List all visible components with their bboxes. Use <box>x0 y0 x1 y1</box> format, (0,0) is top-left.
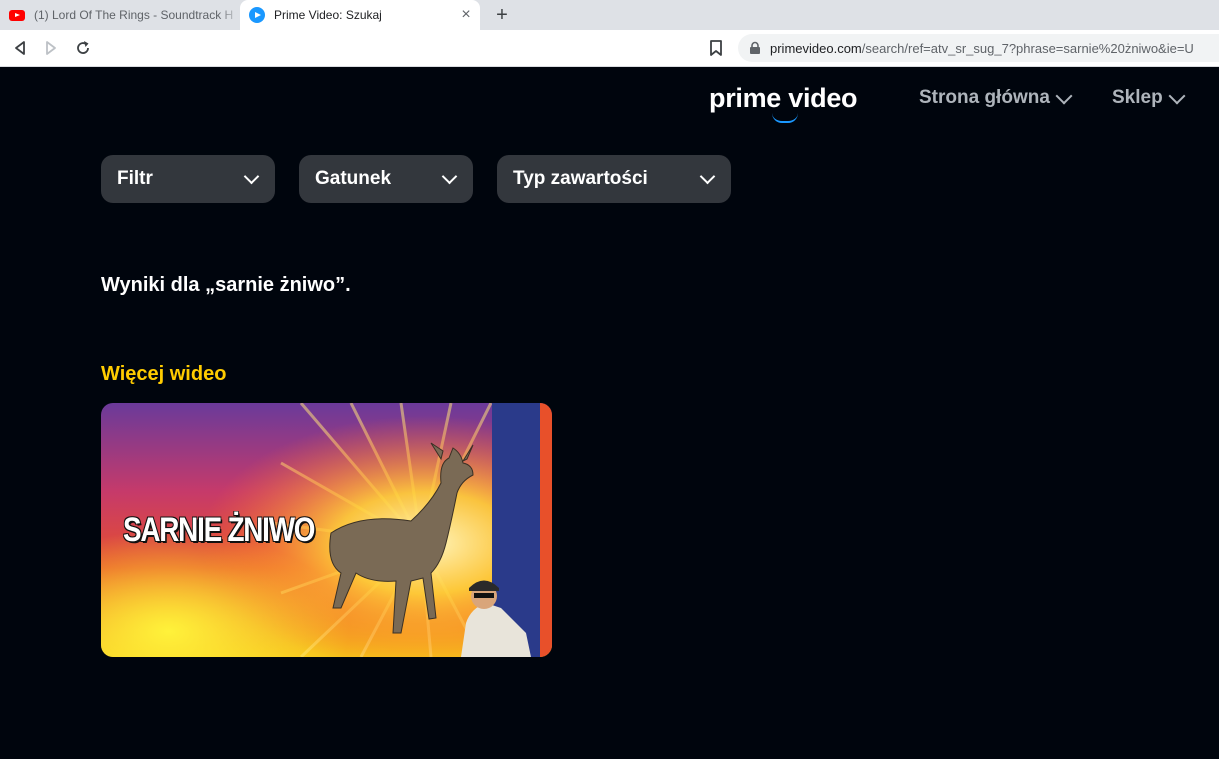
content-type-dropdown[interactable]: Typ zawartości <box>497 155 731 203</box>
back-icon[interactable] <box>10 38 30 58</box>
new-tab-icon[interactable]: + <box>492 5 512 25</box>
logo-smile-icon <box>772 113 798 123</box>
nav-home-label: Strona główna <box>919 87 1050 108</box>
url-domain: primevideo.com <box>770 40 862 56</box>
reload-icon[interactable] <box>73 38 93 58</box>
tab-title: (1) Lord Of The Rings - Soundtrack HD <box>34 8 234 22</box>
video-card[interactable]: SARNIE ŻNIWO <box>101 403 552 657</box>
content-type-label: Typ zawartości <box>513 168 648 189</box>
lock-icon[interactable] <box>748 41 762 55</box>
browser-tab-prime-video[interactable]: Prime Video: Szukaj × <box>240 0 480 30</box>
genre-dropdown[interactable]: Gatunek <box>299 155 473 203</box>
section-title: Więcej wideo <box>101 363 227 385</box>
forward-icon[interactable] <box>41 38 61 58</box>
browser-tab-youtube[interactable]: (1) Lord Of The Rings - Soundtrack HD <box>0 0 240 30</box>
browser-toolbar: primevideo.com/search/ref=atv_sr_sug_7?p… <box>0 30 1219 67</box>
chevron-down-icon <box>1055 87 1073 104</box>
chevron-down-icon <box>243 168 260 185</box>
youtube-icon <box>9 9 25 21</box>
prime-video-logo[interactable]: prime video <box>709 83 858 114</box>
genre-label: Gatunek <box>315 168 392 189</box>
url-path: /search/ref=atv_sr_sug_7?phrase=sarnie%2… <box>861 40 1194 56</box>
chevron-down-icon <box>699 168 716 185</box>
address-bar[interactable]: primevideo.com/search/ref=atv_sr_sug_7?p… <box>738 34 1219 62</box>
results-heading: Wyniki dla „sarnie żniwo”. <box>101 274 351 296</box>
tab-fade <box>218 0 240 30</box>
browser-tab-bar: (1) Lord Of The Rings - Soundtrack HD Pr… <box>0 0 1219 30</box>
filter-dropdown[interactable]: Filtr <box>101 155 275 203</box>
nav-home[interactable]: Strona główna <box>919 87 1073 109</box>
nav-store-label: Sklep <box>1112 87 1163 108</box>
chevron-down-icon <box>441 168 458 185</box>
prime-video-icon <box>249 7 265 23</box>
url-text: primevideo.com/search/ref=atv_sr_sug_7?p… <box>770 41 1194 56</box>
bookmark-icon[interactable] <box>706 38 726 58</box>
nav-store[interactable]: Sklep <box>1112 87 1186 109</box>
chevron-down-icon <box>1168 87 1186 104</box>
filter-label: Filtr <box>117 168 153 189</box>
close-tab-icon[interactable]: × <box>458 7 474 23</box>
page: prime video Strona główna Sklep Filtr Ga… <box>0 67 1219 759</box>
video-card-title: SARNIE ŻNIWO <box>123 511 315 549</box>
tab-title: Prime Video: Szukaj <box>274 8 382 22</box>
